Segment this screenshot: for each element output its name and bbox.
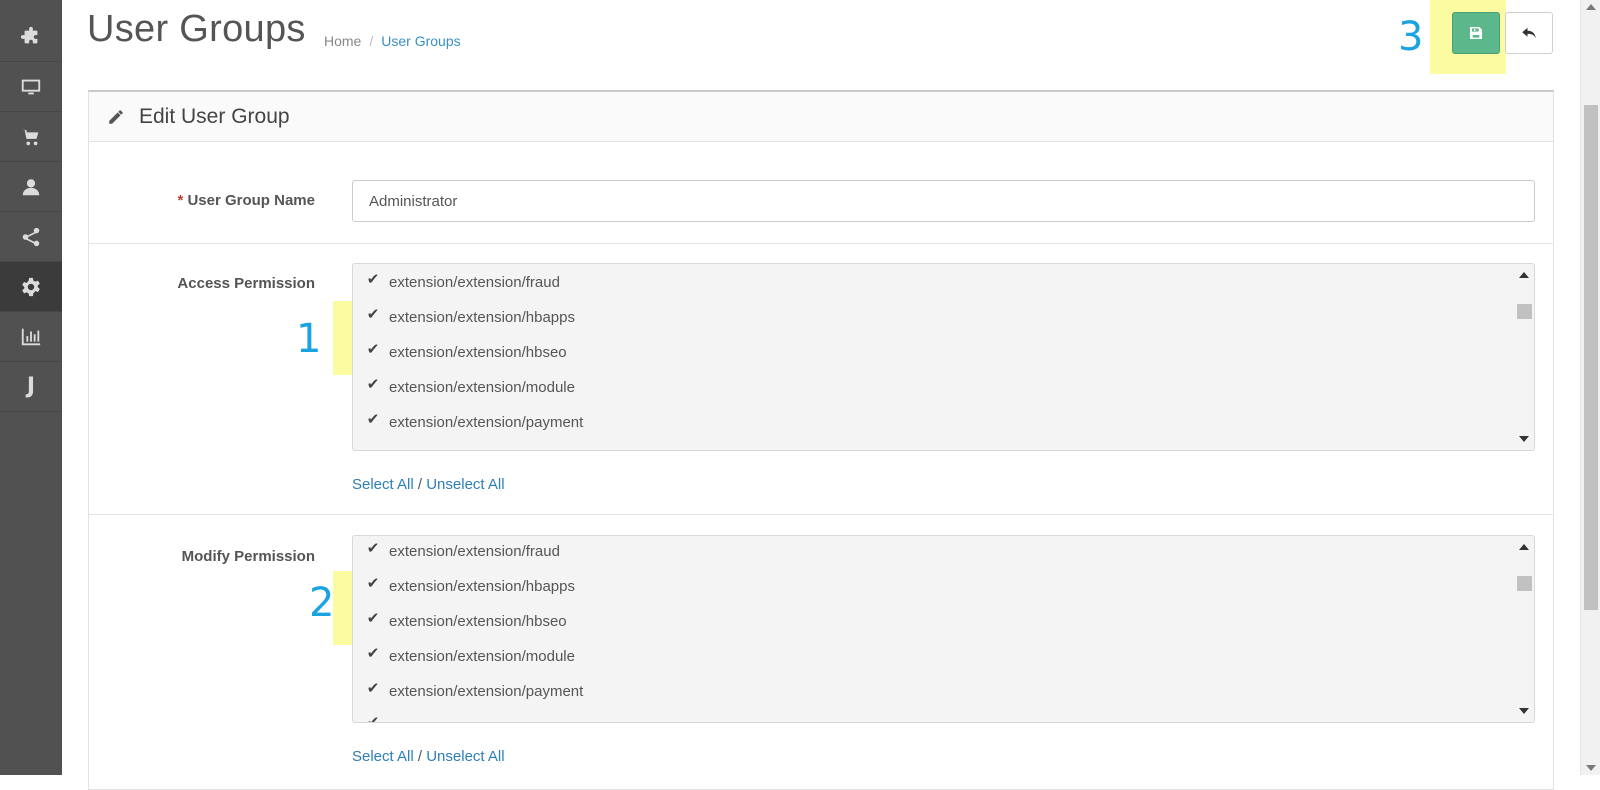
- reply-icon: [1522, 27, 1536, 39]
- list-item-label: extension/extension/hbseo: [389, 343, 567, 361]
- list-item-label: extension/extension/hbapps: [389, 577, 575, 595]
- list-item-label: extension/extension/hbseo: [389, 612, 567, 630]
- access-permission-label: Access Permission: [177, 275, 315, 292]
- list-item[interactable]: ✔ extension/extension/module: [365, 641, 575, 671]
- list-item[interactable]: ✔ extension/extension/hbseo: [365, 337, 567, 367]
- checkbox-checked-icon[interactable]: ✔: [365, 644, 381, 662]
- list-item[interactable]: ✔ extension/extension/hbapps: [365, 571, 575, 601]
- save-icon: [1470, 27, 1482, 39]
- list-item[interactable]: ✔ extension/extension/hbseo: [365, 606, 567, 636]
- checkbox-checked-icon[interactable]: ✔: [365, 539, 381, 557]
- sidebar-item-joomla[interactable]: J: [0, 362, 62, 412]
- checkbox-checked-icon[interactable]: ✔: [365, 305, 381, 323]
- list-item-label: extension/extension/fraud: [389, 542, 560, 560]
- user-group-name-label-text: User Group Name: [187, 192, 315, 209]
- breadcrumb-separator: /: [369, 33, 374, 49]
- checkbox-checked-icon[interactable]: ✔: [365, 713, 381, 722]
- modify-unselect-all-link[interactable]: Unselect All: [426, 748, 504, 765]
- bar-chart-icon: [21, 328, 41, 345]
- scroll-thumb[interactable]: [1584, 105, 1598, 610]
- cart-icon: [21, 129, 39, 145]
- list-item[interactable]: ✔ extension/extension/payment: [365, 676, 584, 706]
- checkbox-checked-icon[interactable]: ✔: [365, 574, 381, 592]
- access-select-all-link[interactable]: Select All: [352, 476, 414, 493]
- checkbox-checked-icon[interactable]: ✔: [365, 410, 381, 428]
- sidebar-item-system[interactable]: [0, 262, 62, 312]
- checkbox-checked-icon[interactable]: ✔: [365, 679, 381, 697]
- annotation-three: 3: [1398, 14, 1424, 60]
- desktop-icon: [21, 79, 41, 94]
- scroll-up-icon[interactable]: [1519, 544, 1529, 550]
- list-item-label: extension/extension/payment: [389, 682, 584, 700]
- access-select-links: Select All / Unselect All: [352, 476, 505, 493]
- modify-select-links: Select All / Unselect All: [352, 748, 505, 765]
- modify-permission-label: Modify Permission: [181, 548, 315, 565]
- sidebar-item-marketing[interactable]: [0, 212, 62, 262]
- list-item-partial[interactable]: ✔: [365, 710, 389, 722]
- scroll-down-icon[interactable]: [1519, 708, 1529, 714]
- gear-icon: [22, 277, 40, 296]
- panel-title: Edit User Group: [139, 104, 290, 128]
- sidebar: J: [0, 0, 62, 775]
- page-scrollbar[interactable]: [1580, 0, 1600, 775]
- save-button[interactable]: [1452, 12, 1500, 54]
- share-icon: [22, 227, 40, 246]
- user-group-name-input[interactable]: [352, 180, 1535, 222]
- scroll-down-icon[interactable]: [1519, 436, 1529, 442]
- divider: [88, 243, 1554, 244]
- scroll-thumb[interactable]: [1517, 304, 1532, 319]
- breadcrumb-user-groups[interactable]: User Groups: [381, 33, 460, 49]
- list-item-label: extension/extension/module: [389, 647, 575, 665]
- list-scrollbar[interactable]: [1514, 264, 1534, 450]
- joomla-icon: J: [26, 374, 36, 399]
- divider: [88, 514, 1554, 515]
- list-item[interactable]: ✔ extension/extension/fraud: [365, 267, 560, 297]
- list-item-label: extension/extension/fraud: [389, 273, 560, 291]
- list-item[interactable]: ✔ extension/extension/fraud: [365, 536, 560, 566]
- list-item-label: extension/extension/module: [389, 378, 575, 396]
- checkbox-checked-icon[interactable]: ✔: [365, 375, 381, 393]
- list-item-label: extension/extension/hbapps: [389, 308, 575, 326]
- scroll-up-icon[interactable]: [1586, 4, 1596, 10]
- access-unselect-all-link[interactable]: Unselect All: [426, 476, 504, 493]
- checkbox-checked-icon[interactable]: ✔: [365, 270, 381, 288]
- scroll-thumb[interactable]: [1517, 576, 1532, 591]
- slash: /: [417, 476, 423, 493]
- scroll-up-icon[interactable]: [1519, 272, 1529, 278]
- slash: /: [417, 748, 423, 765]
- list-item[interactable]: ✔ extension/extension/module: [365, 372, 575, 402]
- breadcrumb-home[interactable]: Home: [324, 33, 361, 49]
- sidebar-item-extensions[interactable]: [0, 12, 62, 62]
- panel-heading: Edit User Group: [89, 92, 1553, 142]
- pencil-icon: [109, 109, 123, 124]
- user-group-name-label: * User Group Name: [95, 192, 315, 209]
- list-item[interactable]: ✔ extension/extension/payment: [365, 407, 584, 437]
- user-icon: [22, 178, 40, 195]
- required-mark: *: [177, 192, 184, 209]
- list-item[interactable]: ✔ extension/extension/hbapps: [365, 302, 575, 332]
- puzzle-icon: [20, 26, 38, 43]
- sidebar-item-reports[interactable]: [0, 312, 62, 362]
- modify-select-all-link[interactable]: Select All: [352, 748, 414, 765]
- list-scrollbar[interactable]: [1514, 536, 1534, 722]
- sidebar-item-design[interactable]: [0, 62, 62, 112]
- breadcrumb: Home / User Groups: [324, 33, 461, 49]
- sidebar-item-customers[interactable]: [0, 162, 62, 212]
- list-item-label: extension/extension/payment: [389, 413, 584, 431]
- checkbox-checked-icon[interactable]: ✔: [365, 609, 381, 627]
- access-permission-list[interactable]: ✔ extension/extension/fraud ✔ extension/…: [352, 263, 1535, 451]
- modify-permission-list[interactable]: ✔ extension/extension/fraud ✔ extension/…: [352, 535, 1535, 723]
- back-button[interactable]: [1505, 12, 1553, 54]
- scroll-down-icon[interactable]: [1586, 765, 1596, 771]
- checkbox-checked-icon[interactable]: ✔: [365, 340, 381, 358]
- page-title: User Groups: [87, 8, 306, 50]
- sidebar-item-sales[interactable]: [0, 112, 62, 162]
